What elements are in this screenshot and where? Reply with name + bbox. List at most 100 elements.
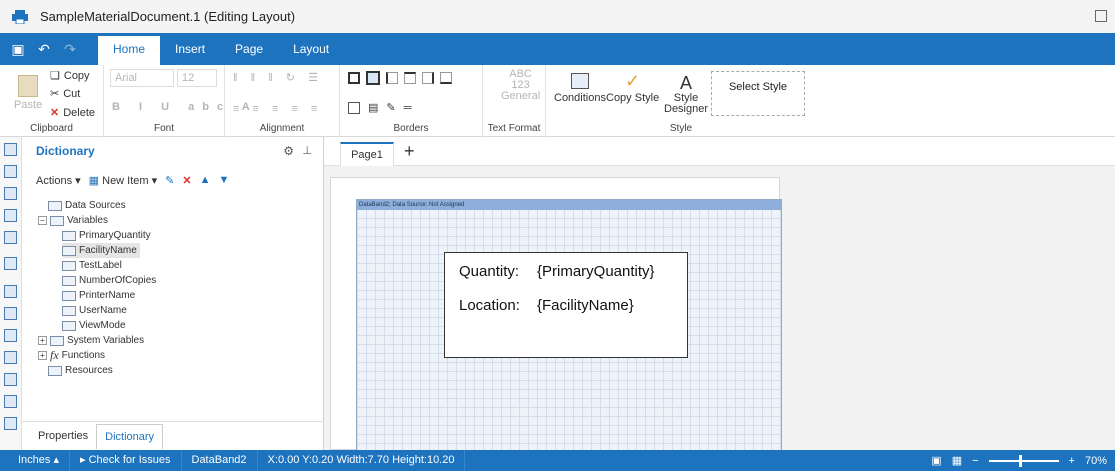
tree-functions[interactable]: + fx Functions [38,348,105,363]
horizontal-align-buttons[interactable]: ≡ ≡ ≡ ≡ ≡ [233,103,322,115]
tree-var-printer-name[interactable]: PrinterName [62,288,135,303]
page-tab[interactable]: Page1 [340,142,394,166]
delete-button[interactable]: ✕ Delete [50,106,96,120]
border-outer-icon [366,71,380,85]
delete-icon: ✕ [50,107,60,119]
label-frame[interactable]: Quantity: {PrimaryQuantity} Location: {F… [444,252,688,358]
restore-window-icon[interactable] [1095,10,1107,22]
tab-home[interactable]: Home [98,33,161,65]
border-none-icon [348,101,360,114]
copy-style-button[interactable]: ✓ Copy Style [606,72,659,104]
zoom-in-icon[interactable]: + [1069,455,1075,467]
move-up-icon[interactable]: ▲ [200,174,211,186]
units-label: Inches [18,454,51,466]
tool-header-icon[interactable] [4,165,17,178]
line-style-icon: ═ [403,101,412,114]
style-designer-button[interactable]: A Style Designer [664,73,708,115]
tool-puzzle-icon[interactable] [4,257,17,270]
settings-icon[interactable]: ⚙ [283,144,294,158]
text-format-button[interactable]: ABC 123 General [501,69,540,102]
new-item-menu[interactable]: ▦ New Item ▾ [89,174,158,187]
tree-var-user-name[interactable]: UserName [62,303,127,318]
data-sources-icon [48,200,62,211]
new-item-label: New Item [102,174,149,187]
add-page-icon[interactable]: + [404,141,415,162]
data-band[interactable]: DataBand2; Data Source: Not Assigned Qua… [356,199,782,451]
tree-resources[interactable]: Resources [48,363,113,378]
location-value[interactable]: {FacilityName} [537,297,634,314]
tool-richtext-icon[interactable] [4,307,17,320]
tree-data-sources[interactable]: Data Sources [48,198,126,213]
fill-color-icon: ▤ [368,102,379,114]
redo-icon[interactable]: ↷ [62,41,78,57]
tool-band-icon[interactable] [4,143,17,156]
copy-label: Copy [63,69,90,82]
tab-properties[interactable]: Properties [30,424,96,450]
paste-label: Paste [14,99,43,111]
expand-icon[interactable]: + [38,336,47,345]
location-label[interactable]: Location: [459,297,520,314]
tree-var-view-mode[interactable]: ViewMode [62,318,126,333]
text-format-group-label: Text Format [487,123,541,134]
conditions-button[interactable]: Conditions [554,73,606,104]
zoom-out-icon[interactable]: − [972,455,978,467]
tree-system-variables[interactable]: + System Variables [38,333,144,348]
design-surface: Page1 + DataBand2; Data Source: Not Assi… [324,137,1115,451]
tab-page[interactable]: Page [220,33,278,65]
border-buttons[interactable] [348,71,452,85]
move-down-icon[interactable]: ▼ [219,174,230,186]
tool-text-icon[interactable] [4,285,17,298]
vertical-align-buttons[interactable]: ‖ ‖ ‖ ↻ ☰ [233,71,323,84]
fit-page-icon[interactable]: ▦ [952,454,962,467]
tool-cross-band-icon[interactable] [4,209,17,222]
dictionary-header: Dictionary ⚙ ⊥ [22,137,324,165]
page-view-icon[interactable]: ▣ [931,454,941,467]
tool-container-icon[interactable] [4,395,17,408]
save-icon[interactable]: ▣ [10,41,26,57]
expand-icon[interactable]: + [38,351,47,360]
tree-var-primary-quantity[interactable]: PrimaryQuantity [62,228,151,243]
copy-button[interactable]: ❏ Copy [50,69,90,83]
delete-item-icon[interactable]: ✕ [182,174,191,187]
delete-label: Delete [63,106,96,119]
tree-label: NumberOfCopies [79,275,157,286]
pin-icon[interactable]: ⊥ [302,144,312,157]
actions-menu[interactable]: Actions ▾ [36,174,81,187]
units-selector[interactable]: Inches ▴ [0,450,70,471]
quantity-value[interactable]: {PrimaryQuantity} [537,263,655,280]
pen-color-icon: ✎ [386,102,396,114]
tree-label: ViewMode [79,320,126,331]
zoom-slider[interactable] [988,454,1059,467]
tree-variables[interactable]: − Variables [38,213,108,228]
tree-var-facility-name[interactable]: FacilityName [62,243,140,258]
tool-shape-icon[interactable] [4,231,17,244]
cut-button[interactable]: ✂ Cut [50,87,80,101]
undo-icon[interactable]: ↶ [36,41,52,57]
ribbon: Paste ❏ Copy ✂ Cut ✕ Delete Clipboard Arial… [0,65,1115,137]
tab-dictionary[interactable]: Dictionary [96,424,164,450]
tool-barcode-icon[interactable] [4,351,17,364]
borders-group-label: Borders [393,123,429,134]
tab-layout[interactable]: Layout [278,33,344,65]
zoom-thumb[interactable] [1018,454,1022,467]
style-designer-icon: A [680,73,693,93]
tool-page-icon[interactable] [4,187,17,200]
tab-insert[interactable]: Insert [160,33,220,65]
border-style-buttons[interactable]: ▤ ✎ ═ [348,101,411,114]
text-format-group: ABC 123 General Text Format [483,65,546,137]
quantity-label[interactable]: Quantity: [459,263,519,280]
tool-table-icon[interactable] [4,417,17,430]
select-style-dropdown[interactable]: Select Style [711,71,805,116]
edit-icon[interactable]: ✎ [165,174,174,187]
font-name-select[interactable]: Arial [110,69,174,87]
tree-var-number-of-copies[interactable]: NumberOfCopies [62,273,156,288]
tool-image-icon[interactable] [4,329,17,342]
paste-button[interactable]: Paste [14,75,42,111]
tree-var-test-label[interactable]: TestLabel [62,258,122,273]
tree-label: PrinterName [79,290,136,301]
font-size-select[interactable]: 12 [177,69,217,87]
tool-panel-icon[interactable] [4,373,17,386]
dictionary-toolbar: Actions ▾ ▦ New Item ▾ ✎ ✕ ▲ ▼ [36,169,229,191]
collapse-icon[interactable]: − [38,216,47,225]
check-issues-button[interactable]: ▸ Check for Issues [70,450,182,471]
